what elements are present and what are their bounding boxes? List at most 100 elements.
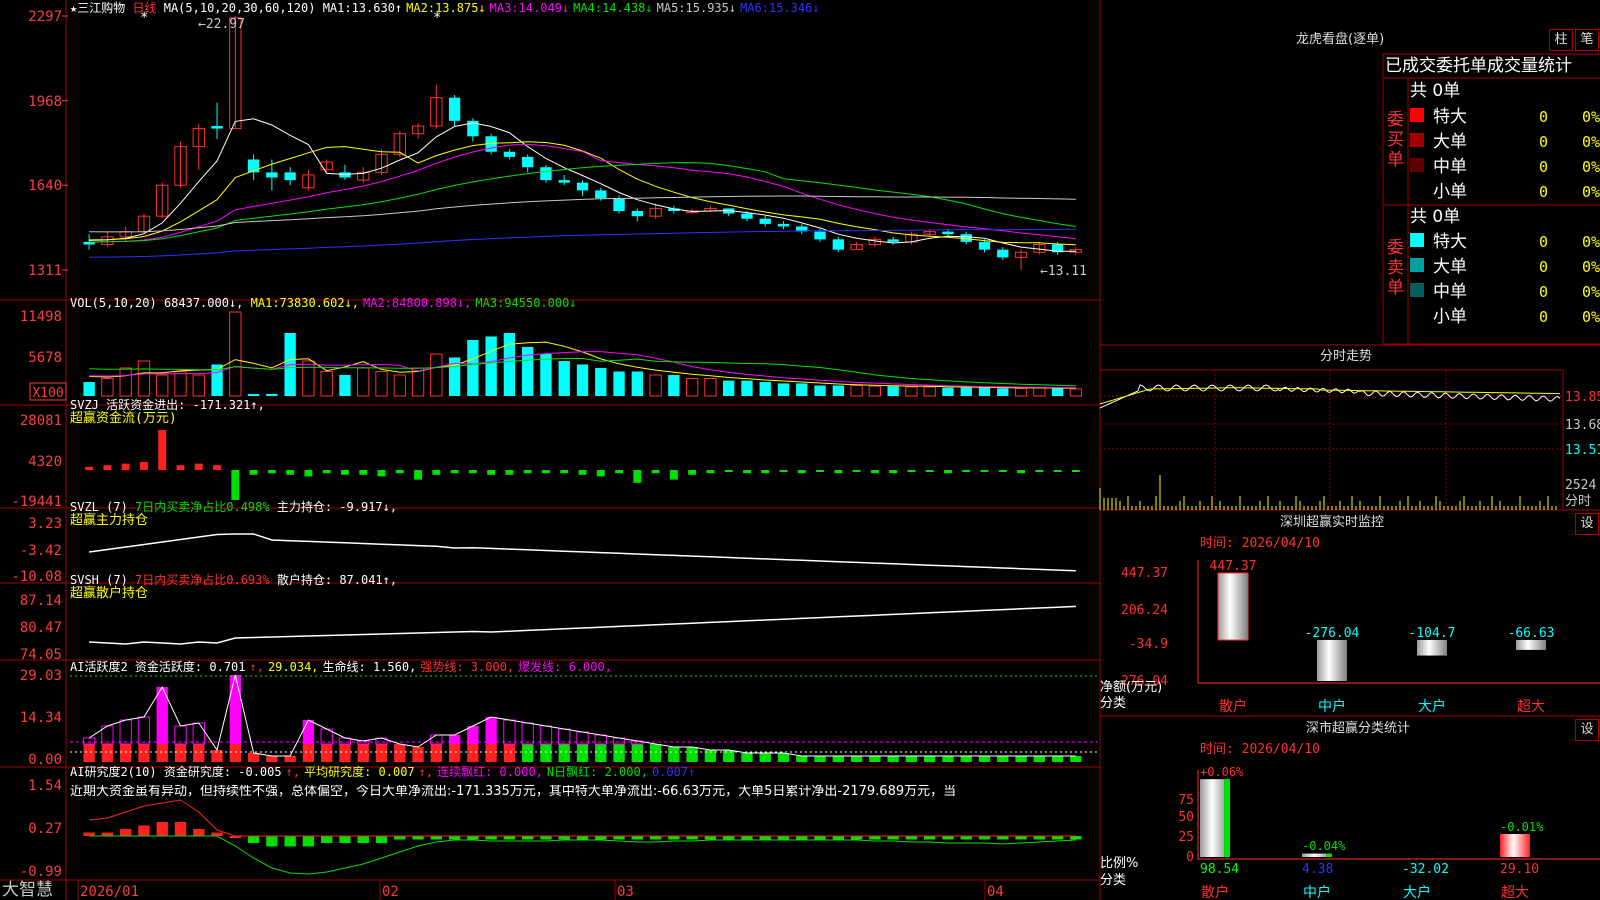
monitor-value-label: -276.04	[1305, 626, 1360, 641]
research-bar	[704, 836, 717, 840]
fund-bar	[249, 470, 258, 475]
volume-bar	[595, 368, 607, 396]
buy-orders-label: 委买单	[1387, 110, 1404, 170]
candle-body	[887, 239, 899, 242]
svzj-subtitle: 超赢资金流(万元)	[70, 411, 177, 426]
monitor-settings-button[interactable]: 设	[1575, 513, 1599, 535]
candle-body	[832, 239, 844, 250]
svzl-y-tick: -10.08	[11, 569, 62, 585]
research-bar	[284, 836, 296, 847]
svsh-label1: 7日内买卖净占比0.693%	[135, 573, 270, 587]
volume-bar	[685, 378, 699, 397]
fund-bar	[669, 470, 678, 480]
volume-bar	[393, 374, 406, 397]
ma-value-2: MA3:14.049↓	[489, 1, 570, 15]
fund-bar	[139, 462, 148, 470]
candle-body	[978, 241, 991, 250]
volume-bar	[357, 367, 370, 397]
intraday-title: 分时走势	[1320, 349, 1373, 364]
volume-bar	[814, 385, 826, 396]
ai-active-values: 资金活跃度: 0.701 ↑, 29.034, 生命线: 1.560, 强势线: 3.0…	[135, 660, 616, 674]
active-bar-top	[503, 719, 516, 745]
fund-bar	[742, 470, 751, 474]
sell-row-name: 大单	[1433, 257, 1467, 277]
research-bar	[266, 836, 278, 847]
classify-change-label: -0.01%	[1500, 820, 1544, 834]
monitor-category: 中户	[1318, 698, 1346, 715]
monitor-bar	[1217, 572, 1249, 641]
fund-bar	[523, 470, 532, 474]
research-bar	[631, 836, 643, 840]
fund-bar	[688, 470, 697, 475]
active-bar-base	[339, 744, 351, 762]
ai-research-title: AI研究度2(10)	[70, 765, 157, 779]
fund-bar	[414, 470, 423, 480]
fund-bar	[998, 470, 1007, 472]
buy-total: 共 0单	[1410, 81, 1461, 101]
price-y-tick: 2297	[28, 9, 62, 25]
research-bar	[668, 836, 680, 840]
volume-bar	[613, 371, 625, 396]
bar-view-button[interactable]: 柱	[1549, 29, 1573, 51]
buy-row-count: 0	[1539, 133, 1548, 151]
classify-bar-accent	[1326, 853, 1332, 857]
classify-settings-button[interactable]: 设	[1575, 719, 1599, 741]
research-bar	[649, 836, 662, 840]
period-label[interactable]: 日线	[132, 1, 156, 15]
active-bar-top	[302, 720, 315, 744]
fund-bar	[797, 470, 806, 474]
volume-bar	[723, 380, 735, 396]
fund-bar	[761, 470, 770, 474]
x-axis-label: 03	[617, 884, 634, 900]
fund-bar	[1053, 470, 1062, 472]
volume-bar	[759, 382, 771, 396]
buy-row-pct: 0%	[1582, 108, 1600, 126]
volume-bar	[960, 387, 972, 396]
ai-research-header: AI研究度2(10) 资金研究度: -0.005 ↑, 平均研究度: 0.007 ↑,…	[70, 765, 699, 779]
fund-bar	[651, 470, 660, 474]
fund-bar	[615, 470, 624, 474]
ma-value-1: MA2:13.875↓	[406, 1, 486, 15]
volume-bar	[339, 375, 351, 396]
active-bar-base	[649, 744, 662, 762]
ma-value-5: MA6:15.346↓	[740, 1, 820, 15]
svzl-value: -9.917↓,	[339, 500, 398, 514]
volume-bar	[83, 382, 95, 396]
active-bar-base	[850, 756, 863, 762]
research-bar	[905, 836, 918, 840]
monitor-bar	[1417, 640, 1447, 656]
volume-bar	[101, 378, 114, 397]
intraday-tick: 13.51	[1565, 443, 1600, 458]
ma-values: MA1:13.630↑ MA2:13.875↓ MA3:14.049↓ MA4:14.…	[323, 1, 824, 15]
ma-value-3: MA4:14.438↓	[573, 1, 653, 15]
fund-bar	[377, 470, 386, 477]
fund-bar	[432, 470, 441, 475]
active-bar-base	[832, 756, 844, 762]
active-bar-base	[887, 756, 899, 762]
monitor-bar	[1317, 640, 1347, 681]
volume-bar	[320, 371, 333, 397]
buy-row-pct: 0%	[1582, 133, 1600, 151]
volume-bar	[137, 360, 151, 397]
sell-orders-label: 委卖单	[1387, 238, 1404, 298]
volume-bar	[649, 374, 662, 397]
buy-row-name: 大单	[1433, 132, 1467, 152]
volume-bar	[229, 311, 242, 397]
svzl-line	[88, 533, 1076, 572]
active-bar-base	[174, 744, 187, 762]
research-bar	[101, 832, 114, 836]
fund-bar	[158, 430, 167, 470]
classify-title: 深市超赢分类统计	[1306, 721, 1411, 736]
pen-view-button[interactable]: 笔	[1575, 29, 1599, 51]
fund-bar	[779, 470, 788, 472]
ai-active-item-2: 29.034,	[267, 660, 319, 674]
active-bar-base	[924, 756, 936, 762]
research-bar	[1070, 836, 1082, 840]
monitor-category: 大户	[1418, 698, 1446, 715]
active-y-tick: 29.03	[20, 668, 62, 684]
svzl-title: SVZL (7)	[70, 500, 128, 514]
active-bar-top	[430, 734, 443, 745]
high-price-marker: ←22.97	[198, 17, 245, 32]
monitor-side-label1: 净额(万元)	[1100, 680, 1163, 695]
fund-bar	[231, 470, 240, 500]
